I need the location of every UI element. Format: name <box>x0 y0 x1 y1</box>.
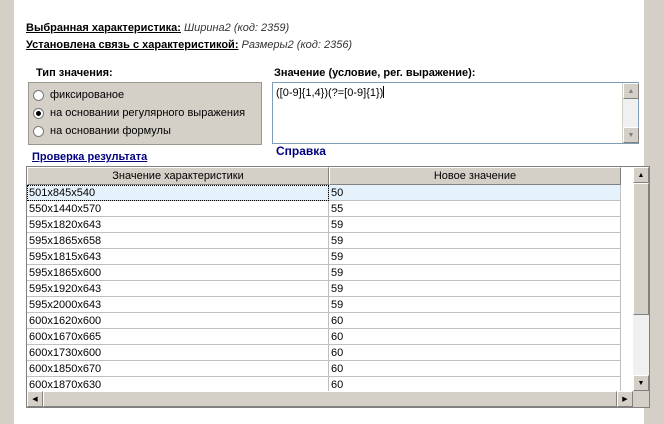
selected-characteristic-row: Выбранная характеристика: Ширина2 (код: … <box>26 22 289 34</box>
arrow-down-icon: ▼ <box>637 379 645 387</box>
table-row[interactable]: 600x1850x670 60 <box>27 361 621 377</box>
value-type-title: Тип значения: <box>36 67 113 79</box>
table-row[interactable]: 595x1920x643 59 <box>27 281 621 297</box>
cell-new-value[interactable]: 59 <box>329 217 621 233</box>
cell-characteristic-value[interactable]: 595x1865x658 <box>27 233 329 249</box>
arrow-up-icon: ▲ <box>637 171 645 179</box>
table-row[interactable]: 501x845x540 50 <box>27 185 621 201</box>
cell-new-value[interactable]: 59 <box>329 297 621 313</box>
radio-circle[interactable] <box>33 125 44 137</box>
table-vertical-scrollbar[interactable]: ▲ ▼ <box>633 167 649 391</box>
cell-new-value[interactable]: 60 <box>329 345 621 361</box>
table-row[interactable]: 595x1865x600 59 <box>27 265 621 281</box>
table-row[interactable]: 595x1820x643 59 <box>27 217 621 233</box>
radio-regex-label: на основании регулярного выражения <box>50 107 246 119</box>
cell-new-value[interactable]: 60 <box>329 313 621 329</box>
radio-fixed-label: фиксированое <box>50 89 125 101</box>
cell-characteristic-value[interactable]: 595x2000x643 <box>27 297 329 313</box>
cell-characteristic-value[interactable]: 595x1865x600 <box>27 265 329 281</box>
radio-formula-label: на основании формулы <box>50 125 171 137</box>
cell-new-value[interactable]: 59 <box>329 249 621 265</box>
radio-circle[interactable] <box>33 107 44 119</box>
cell-characteristic-value[interactable]: 600x1730x600 <box>27 345 329 361</box>
radio-formula[interactable]: на основании формулы <box>33 123 171 139</box>
cell-new-value[interactable]: 55 <box>329 201 621 217</box>
cell-new-value[interactable]: 60 <box>329 361 621 377</box>
scroll-up-button[interactable]: ▲ <box>633 167 649 183</box>
scroll-thumb[interactable] <box>43 391 617 407</box>
scroll-down-button[interactable]: ▼ <box>623 127 639 143</box>
arrow-right-icon: ▶ <box>622 396 628 403</box>
table-row[interactable]: 600x1670x665 60 <box>27 329 621 345</box>
result-table: Значение характеристики Новое значение 5… <box>26 166 650 408</box>
cell-characteristic-value[interactable]: 550x1440x570 <box>27 201 329 217</box>
radio-regex[interactable]: на основании регулярного выражения <box>33 105 245 121</box>
cell-characteristic-value[interactable]: 595x1815x643 <box>27 249 329 265</box>
table-horizontal-scrollbar[interactable]: ◀ ▶ <box>27 391 633 407</box>
scroll-right-button[interactable]: ▶ <box>617 391 633 407</box>
linked-characteristic-label: Установлена связь с характеристикой: <box>26 39 239 51</box>
text-caret <box>383 86 385 98</box>
radio-selected-dot <box>36 110 41 116</box>
scroll-up-button[interactable]: ▲ <box>623 83 639 99</box>
expression-scrollbar[interactable]: ▲ ▼ <box>622 83 639 143</box>
cell-characteristic-value[interactable]: 595x1820x643 <box>27 217 329 233</box>
table-row[interactable]: 595x1865x658 59 <box>27 233 621 249</box>
cell-new-value[interactable]: 50 <box>329 185 621 201</box>
expression-textarea[interactable]: ([0-9]{1,4})(?=[0-9]{1}) ▲ ▼ <box>272 82 639 144</box>
arrow-left-icon: ◀ <box>32 396 38 403</box>
help-link[interactable]: Справка <box>276 144 326 158</box>
table-row[interactable]: 550x1440x570 55 <box>27 201 621 217</box>
expression-label: Значение (условие, рег. выражение): <box>274 67 476 79</box>
table-row[interactable]: 595x2000x643 59 <box>27 297 621 313</box>
scroll-corner <box>633 391 649 407</box>
radio-fixed[interactable]: фиксированое <box>33 87 124 103</box>
scroll-left-button[interactable]: ◀ <box>27 391 43 407</box>
table-row[interactable]: 600x1730x600 60 <box>27 345 621 361</box>
expression-text[interactable]: ([0-9]{1,4})(?=[0-9]{1}) <box>276 86 385 99</box>
linked-characteristic-row: Установлена связь с характеристикой: Раз… <box>26 39 352 51</box>
column-header-characteristic[interactable]: Значение характеристики <box>27 167 329 185</box>
cell-new-value[interactable]: 60 <box>329 329 621 345</box>
value-type-group: фиксированое на основании регулярного вы… <box>28 82 262 145</box>
table-row[interactable]: 600x1620x600 60 <box>27 313 621 329</box>
arrow-down-icon: ▼ <box>627 131 635 139</box>
dialog-panel: Выбранная характеристика: Ширина2 (код: … <box>14 0 650 424</box>
cell-characteristic-value[interactable]: 600x1620x600 <box>27 313 329 329</box>
cell-characteristic-value[interactable]: 595x1920x643 <box>27 281 329 297</box>
linked-characteristic-value: Размеры2 (код: 2356) <box>241 39 353 51</box>
cell-new-value[interactable]: 59 <box>329 281 621 297</box>
arrow-up-icon: ▲ <box>627 87 635 95</box>
scroll-thumb[interactable] <box>633 183 649 315</box>
expression-value: ([0-9]{1,4})(?=[0-9]{1}) <box>276 87 384 99</box>
selected-characteristic-value: Ширина2 (код: 2359) <box>184 22 290 34</box>
table-header: Значение характеристики Новое значение <box>27 167 621 185</box>
scroll-down-button[interactable]: ▼ <box>633 375 649 391</box>
cell-new-value[interactable]: 59 <box>329 233 621 249</box>
radio-circle[interactable] <box>33 89 44 101</box>
cell-characteristic-value[interactable]: 600x1850x670 <box>27 361 329 377</box>
check-result-label[interactable]: Проверка результата <box>32 151 147 163</box>
selected-characteristic-label: Выбранная характеристика: <box>26 22 181 34</box>
cell-characteristic-value[interactable]: 600x1670x665 <box>27 329 329 345</box>
column-header-new-value[interactable]: Новое значение <box>329 167 621 185</box>
cell-new-value[interactable]: 59 <box>329 265 621 281</box>
table-row[interactable]: 595x1815x643 59 <box>27 249 621 265</box>
cell-characteristic-value[interactable]: 501x845x540 <box>27 185 329 201</box>
table-body: 501x845x540 50 550x1440x570 55 595x1820x643 5… <box>27 185 621 393</box>
